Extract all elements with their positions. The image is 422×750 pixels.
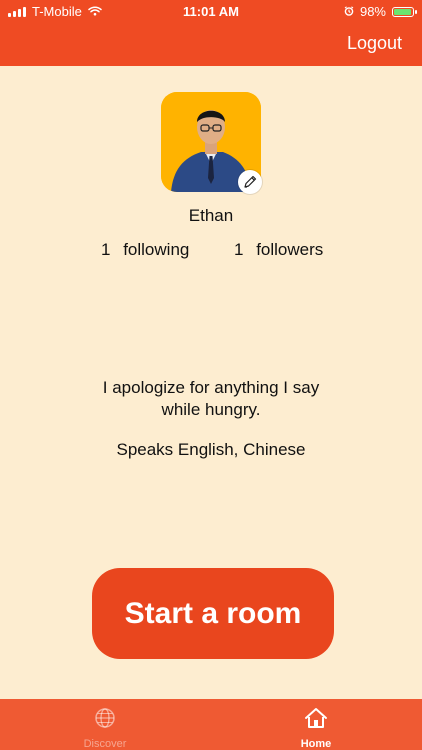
status-right: 98% [344,4,417,19]
battery-percent: 98% [359,4,386,19]
profile-bio: I apologize for anything I say while hun… [0,377,422,421]
followers-label: followers [256,240,324,259]
bottom-nav: Discover Home [0,699,422,750]
following-label: following [123,240,190,259]
edit-avatar-button[interactable] [238,170,262,194]
tab-discover-label: Discover [83,738,127,750]
following-count-link[interactable]: 1 following [101,240,189,260]
followers-count-link[interactable]: 1 followers [234,240,323,260]
tab-home[interactable]: Home [276,707,356,750]
alarm-icon [344,4,354,19]
start-room-button[interactable]: Start a room [92,568,334,659]
globe-icon [95,708,115,728]
tab-discover[interactable]: Discover [65,707,145,750]
logout-button[interactable]: Logout [347,33,402,54]
battery-icon [392,6,417,17]
bio-line-1: I apologize for anything I say [102,378,320,397]
tab-home-label: Home [300,738,332,750]
home-icon [305,708,327,728]
following-count: 1 [101,240,111,259]
profile-name: Ethan [188,206,234,225]
bio-line-2: while hungry. [161,400,261,419]
followers-count: 1 [234,240,244,259]
profile-languages: Speaks English, Chinese [116,440,306,459]
status-bar: T-Mobile 11:01 AM 98% [0,0,422,24]
pencil-icon [244,175,257,188]
top-bar: T-Mobile 11:01 AM 98% Logout [0,0,422,66]
